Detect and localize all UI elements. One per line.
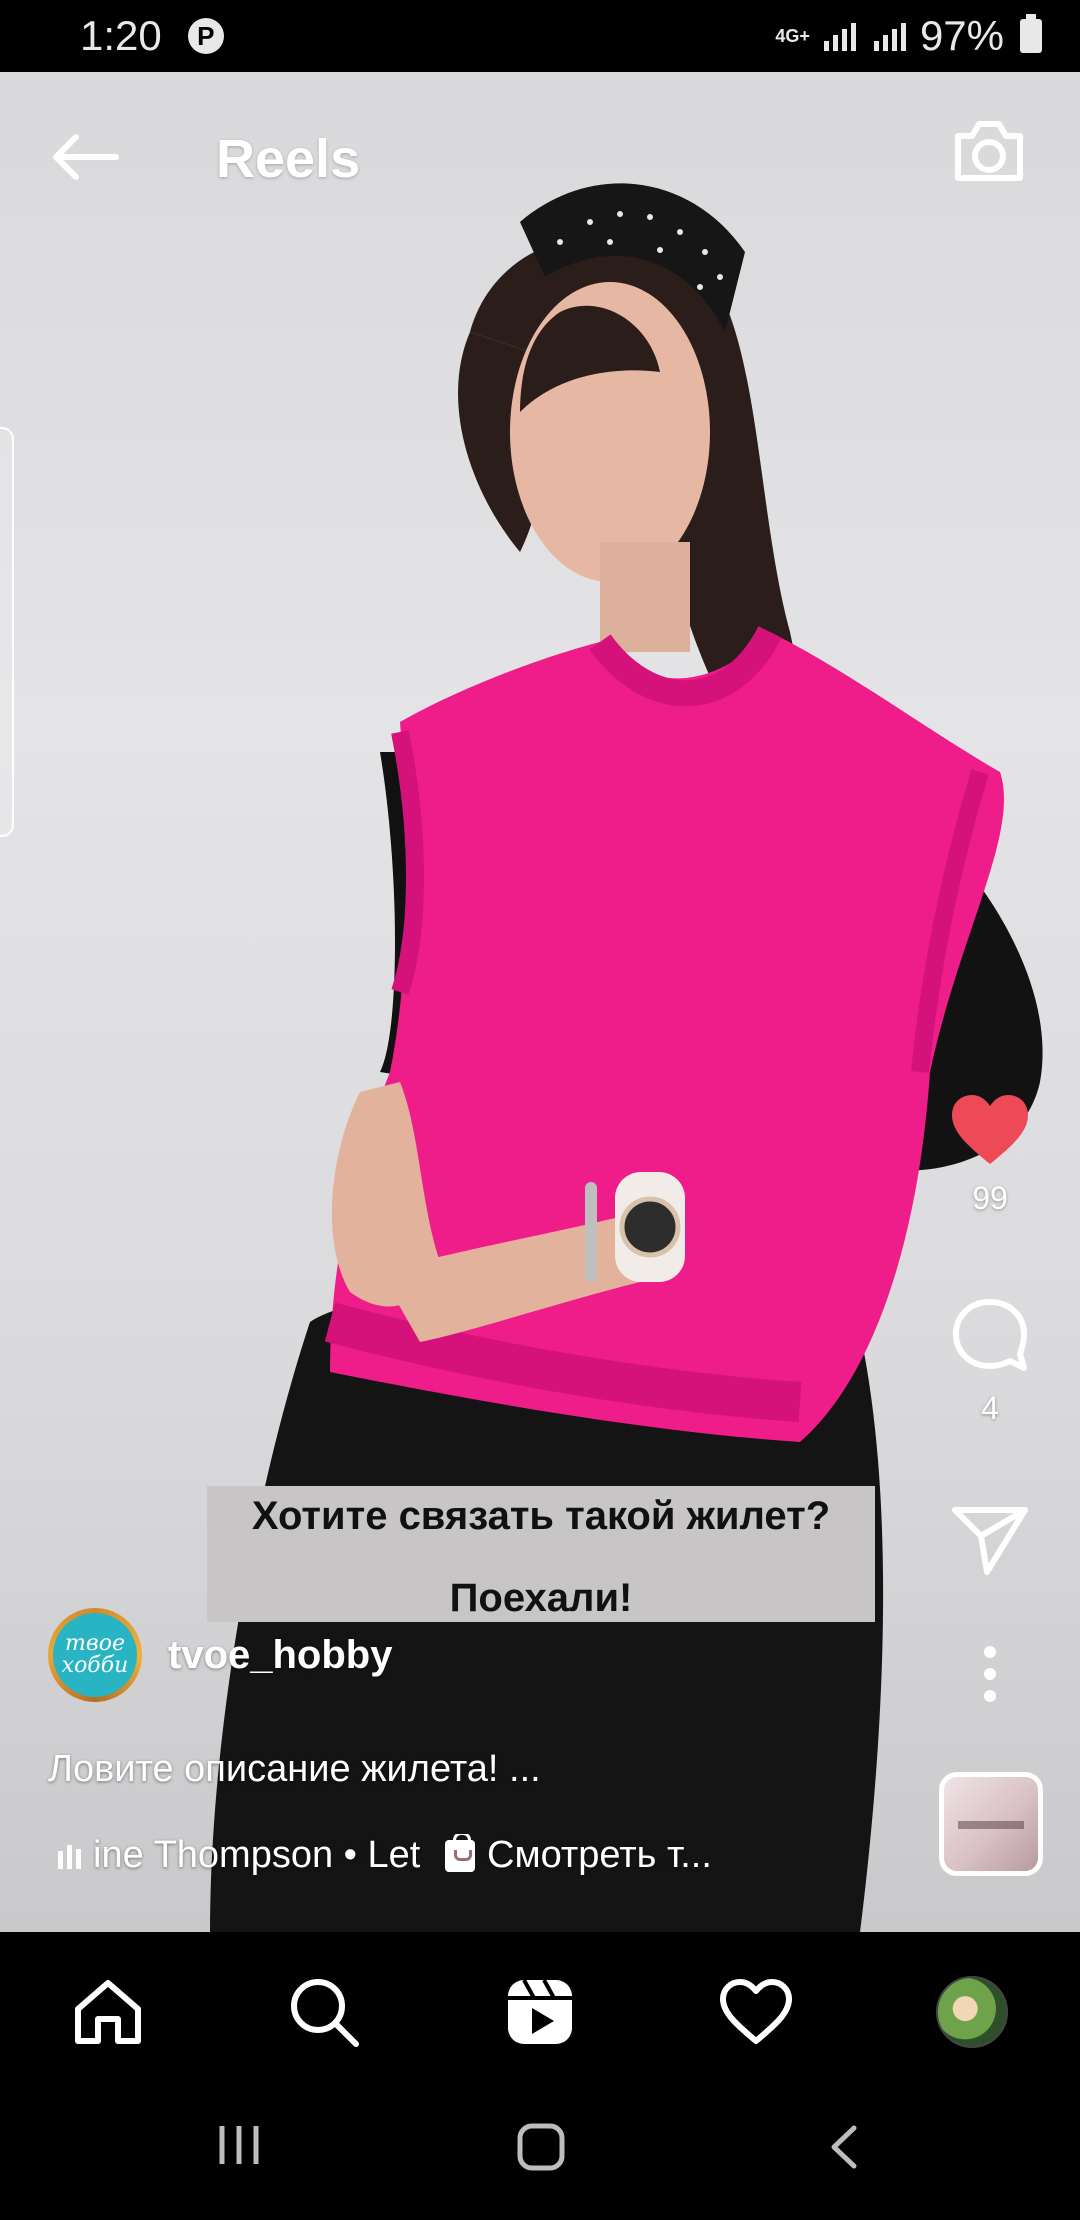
network-type: 4G+ — [775, 26, 810, 46]
battery-icon — [1020, 14, 1042, 53]
camera-icon[interactable] — [952, 118, 1026, 184]
pinterest-icon: P — [187, 18, 224, 54]
home-button-icon[interactable] — [516, 2122, 566, 2172]
like-action: 99 — [946, 1092, 1034, 1217]
audio-row[interactable]: ine Thompson • Let Her ( Смотреть т... — [58, 1834, 898, 1877]
battery-percent: 97% — [919, 12, 1004, 59]
page-title: Reels — [216, 129, 361, 189]
like-count: 99 — [972, 1180, 1008, 1216]
author-avatar[interactable]: твое хобби — [48, 1608, 142, 1702]
more-action — [946, 1644, 1034, 1704]
status-bar: 1:20 P 4G+ 97% — [0, 0, 1080, 72]
music-bars-icon — [58, 1843, 81, 1869]
reels-icon — [508, 1979, 572, 2044]
share-action — [946, 1504, 1034, 1576]
activity-tab[interactable] — [716, 1972, 796, 2052]
reels-header: Reels — [0, 72, 1080, 242]
reels-tab[interactable] — [500, 1972, 580, 2052]
status-left: 1:20 P — [80, 12, 224, 60]
recents-icon[interactable] — [216, 2122, 262, 2168]
comment-icon[interactable] — [950, 1296, 1030, 1376]
author-username[interactable]: tvoe_hobby — [168, 1633, 392, 1678]
search-icon — [291, 1979, 359, 2047]
audio-thumbnail[interactable] — [939, 1772, 1043, 1876]
more-vertical-icon[interactable] — [980, 1644, 1000, 1704]
post-description[interactable]: Ловите описание жилета! ... — [48, 1748, 541, 1791]
arrow-left-icon[interactable] — [48, 132, 120, 182]
side-panel-handle[interactable] — [0, 427, 14, 837]
home-tab[interactable] — [68, 1972, 148, 2052]
shop-link[interactable]: Смотреть т... — [487, 1834, 712, 1877]
author-avatar-text: твое хобби — [53, 1613, 137, 1697]
author-row[interactable]: твое хобби tvoe_hobby — [48, 1608, 392, 1702]
shopping-bag-icon — [445, 1834, 475, 1872]
heart-filled-icon[interactable] — [948, 1092, 1032, 1166]
audio-track[interactable]: ine Thompson • Let Her ( — [93, 1834, 423, 1877]
profile-avatar — [936, 1976, 1008, 2048]
status-time: 1:20 — [80, 12, 162, 59]
video-caption-overlay: Хотите связать такой жилет? Поехали! — [207, 1486, 875, 1622]
heart-icon — [720, 1979, 792, 2044]
signal-icon-2 — [873, 21, 906, 51]
comment-action: 4 — [946, 1296, 1034, 1427]
profile-tab[interactable] — [932, 1972, 1012, 2052]
caption-line-1: Хотите связать такой жилет? — [251, 1494, 831, 1538]
status-right: 4G+ 97% — [775, 12, 1042, 60]
comment-count: 4 — [981, 1390, 999, 1426]
signal-icon — [823, 21, 856, 51]
bottom-navigation — [0, 1932, 1080, 2072]
system-navigation — [0, 2072, 1080, 2220]
home-icon — [75, 1980, 141, 2044]
search-tab[interactable] — [284, 1972, 364, 2052]
reel-video[interactable]: Reels 99 4 Хотите связать такой жилет? П… — [0, 72, 1080, 1932]
send-icon[interactable] — [951, 1504, 1029, 1576]
back-icon[interactable] — [826, 2122, 862, 2172]
audio-thumbnail-mark — [958, 1821, 1024, 1829]
